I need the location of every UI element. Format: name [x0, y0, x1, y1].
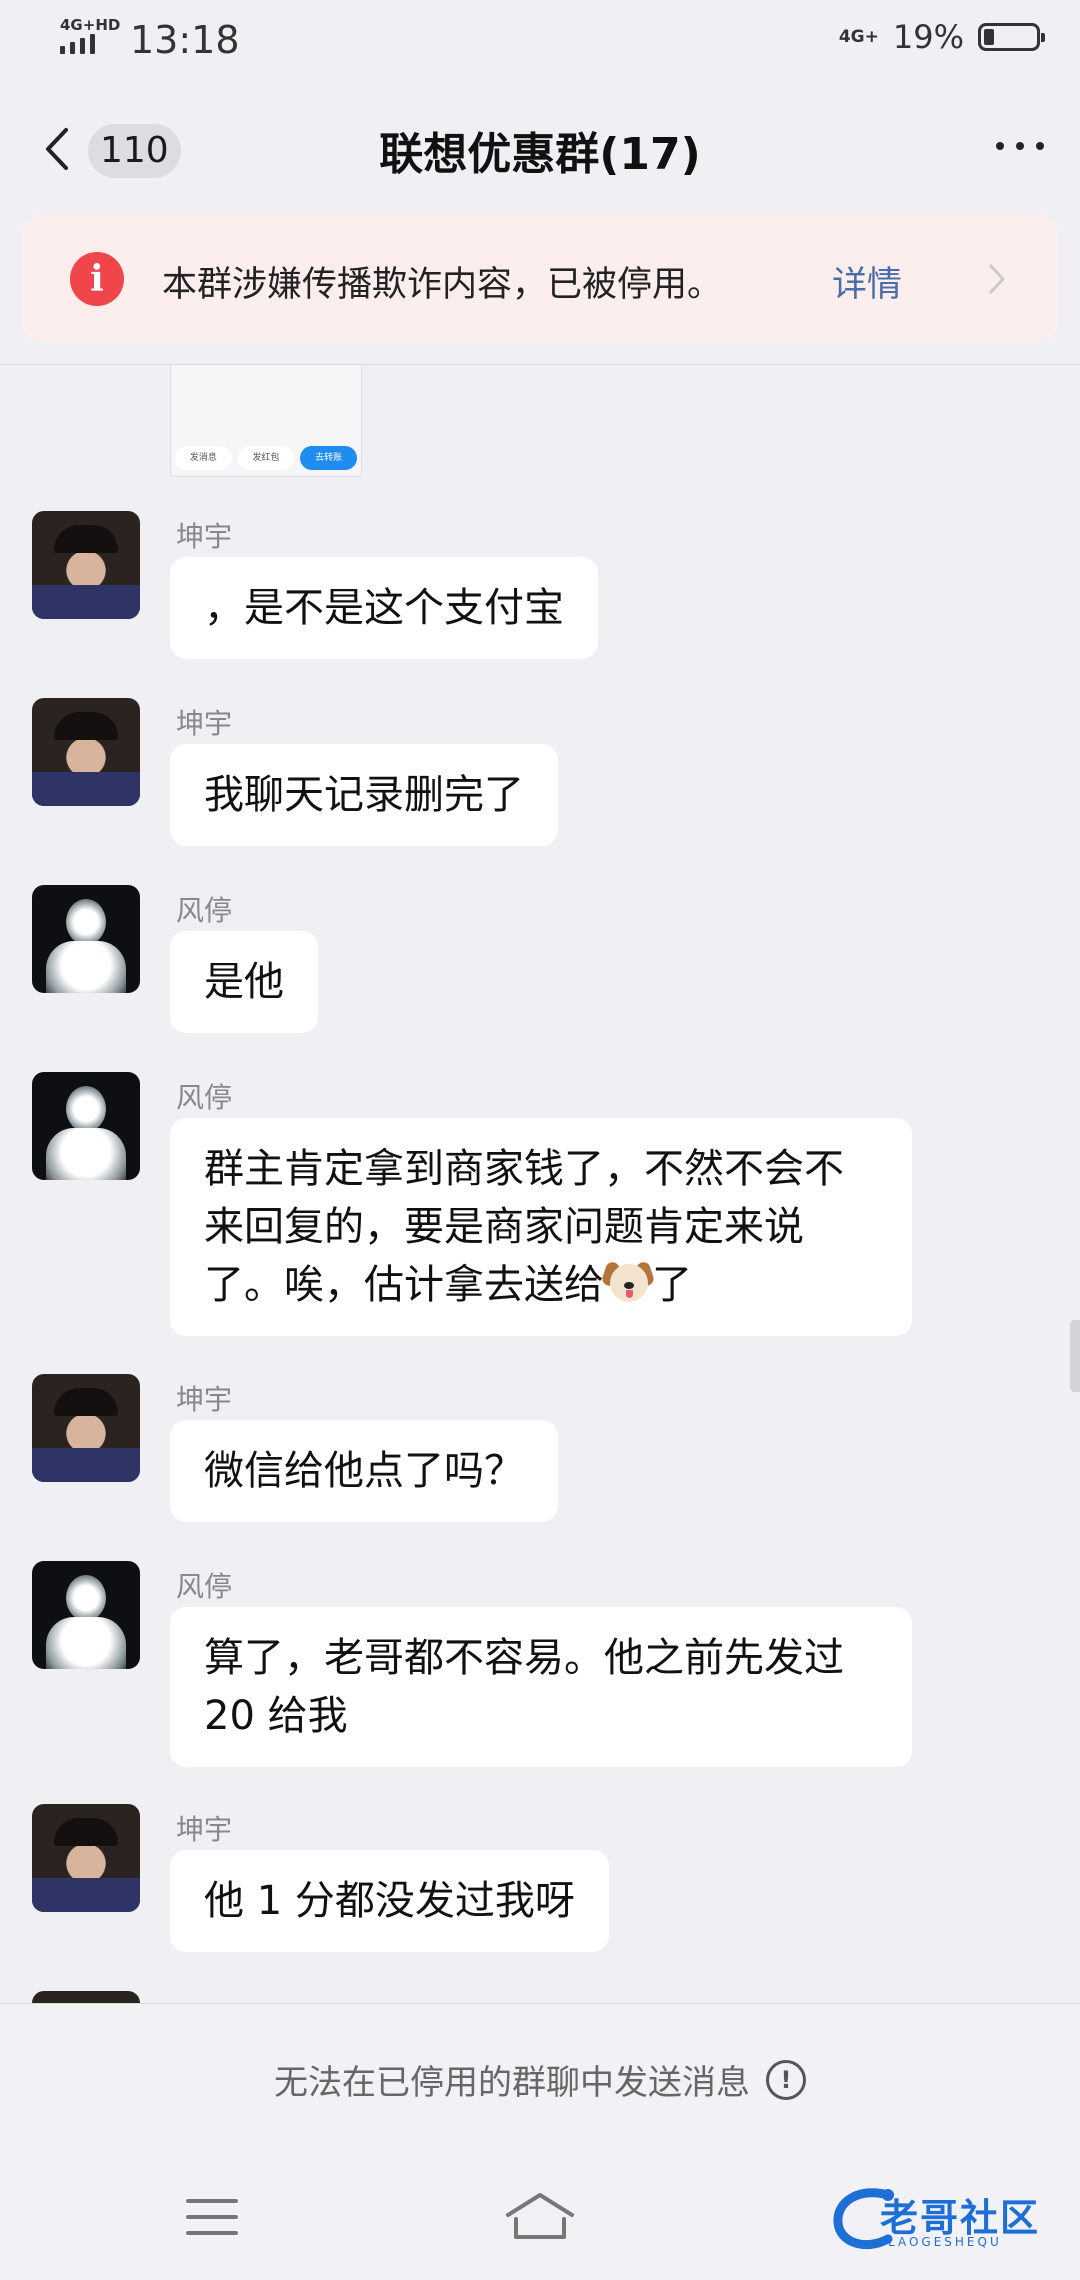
- avatar[interactable]: [32, 1804, 140, 1912]
- banner-message: 本群涉嫌传播欺诈内容，已被停用。: [162, 265, 723, 305]
- disabled-note-text: 无法在已停用的群聊中发送消息: [274, 2063, 750, 2103]
- suspension-banner-area: i 本群涉嫌传播欺诈内容，已被停用。 详情: [0, 214, 1080, 365]
- message-bubble[interactable]: 是他: [170, 931, 318, 1033]
- watermark-text: 老哥社区: [880, 2196, 1041, 2240]
- message-bubble[interactable]: ，是不是这个支付宝: [170, 557, 598, 659]
- network-type-label: 4G+HD: [60, 16, 121, 34]
- message-text-tail: 了: [652, 1262, 692, 1308]
- status-bar: 4G+HD 13:18 4G+ 19%: [0, 0, 1080, 80]
- signal-strength-icon: [60, 34, 95, 54]
- nav-menu-icon[interactable]: [186, 2199, 238, 2239]
- avatar[interactable]: [32, 1561, 140, 1669]
- battery-fill: [984, 29, 994, 45]
- chat-header: 110 联想优惠群(17): [0, 80, 1080, 214]
- sender-name: 坤宇: [176, 1813, 233, 1846]
- chat-title: 联想优惠群(17): [379, 129, 701, 180]
- nav-home-icon[interactable]: [504, 2189, 576, 2243]
- message-bubble[interactable]: 他 1 分都没发过我呀: [170, 1850, 609, 1952]
- mobile-data-icon: 4G+: [838, 27, 879, 47]
- message-bubble[interactable]: 我聊天记录删完了: [170, 744, 558, 846]
- warning-info-icon: i: [70, 252, 124, 306]
- details-link[interactable]: 详情: [832, 256, 902, 307]
- status-right-group: 4G+ 19%: [838, 18, 1045, 56]
- avatar[interactable]: [32, 511, 140, 619]
- avatar[interactable]: [32, 1072, 140, 1180]
- card-chip-send-message: 发消息: [175, 446, 232, 470]
- status-time: 13:18: [130, 18, 240, 62]
- card-chip-red-packet: 发红包: [237, 446, 295, 470]
- shared-card-partial[interactable]: 发消息 发红包 去转账: [170, 365, 362, 477]
- sender-name: 风停: [176, 1081, 233, 1114]
- chevron-right-icon: [989, 264, 1005, 294]
- disabled-group-note: 无法在已停用的群聊中发送消息!: [0, 2055, 1080, 2104]
- more-options-icon[interactable]: [996, 142, 1044, 150]
- sender-name: 坤宇: [176, 1383, 233, 1416]
- message-list[interactable]: 发消息 发红包 去转账 坤宇 ，是不是这个支付宝 坤宇 我聊天记录删完了 风停 …: [0, 365, 1080, 2003]
- battery-percent: 19%: [892, 18, 964, 56]
- watermark-logo: 老哥社区 LAOGESHEQU: [830, 2179, 1068, 2259]
- sender-name: 风停: [176, 894, 233, 927]
- avatar[interactable]: [32, 1991, 140, 2003]
- message-bubble[interactable]: 算了，老哥都不容易。他之前先发过 20 给我: [170, 1607, 912, 1767]
- suspension-banner[interactable]: i 本群涉嫌传播欺诈内容，已被停用。 详情: [22, 214, 1058, 342]
- back-arrow-icon[interactable]: [42, 124, 72, 174]
- dog-face-emoji-icon: [600, 1260, 656, 1306]
- exclamation-info-icon[interactable]: !: [766, 2059, 806, 2100]
- sender-name: 坤宇: [176, 520, 233, 553]
- avatar[interactable]: [32, 1374, 140, 1482]
- message-text: 群主肯定拿到商家钱了，不然不会不来回复的，要是商家问题肯定来说了。唉，估计拿去送…: [204, 1146, 844, 1308]
- card-chip-transfer: 去转账: [300, 446, 358, 470]
- message-bubble[interactable]: 微信给他点了吗？: [170, 1420, 558, 1522]
- battery-icon: [978, 23, 1045, 51]
- sender-name: 坤宇: [176, 707, 233, 740]
- avatar[interactable]: [32, 698, 140, 806]
- watermark-subtext: LAOGESHEQU: [888, 2235, 1002, 2249]
- card-action-row: 发消息 发红包 去转账: [175, 446, 358, 470]
- scrollbar-thumb[interactable]: [1070, 1320, 1080, 1392]
- message-bubble[interactable]: 群主肯定拿到商家钱了，不然不会不来回复的，要是商家问题肯定来说了。唉，估计拿去送…: [170, 1118, 912, 1336]
- divider: [0, 2003, 1080, 2004]
- avatar[interactable]: [32, 885, 140, 993]
- sender-name: 风停: [176, 1570, 233, 1603]
- unread-count-badge[interactable]: 110: [88, 124, 181, 178]
- chat-footer: 无法在已停用的群聊中发送消息! 老哥社区 LAOGESHEQU: [0, 2003, 1080, 2280]
